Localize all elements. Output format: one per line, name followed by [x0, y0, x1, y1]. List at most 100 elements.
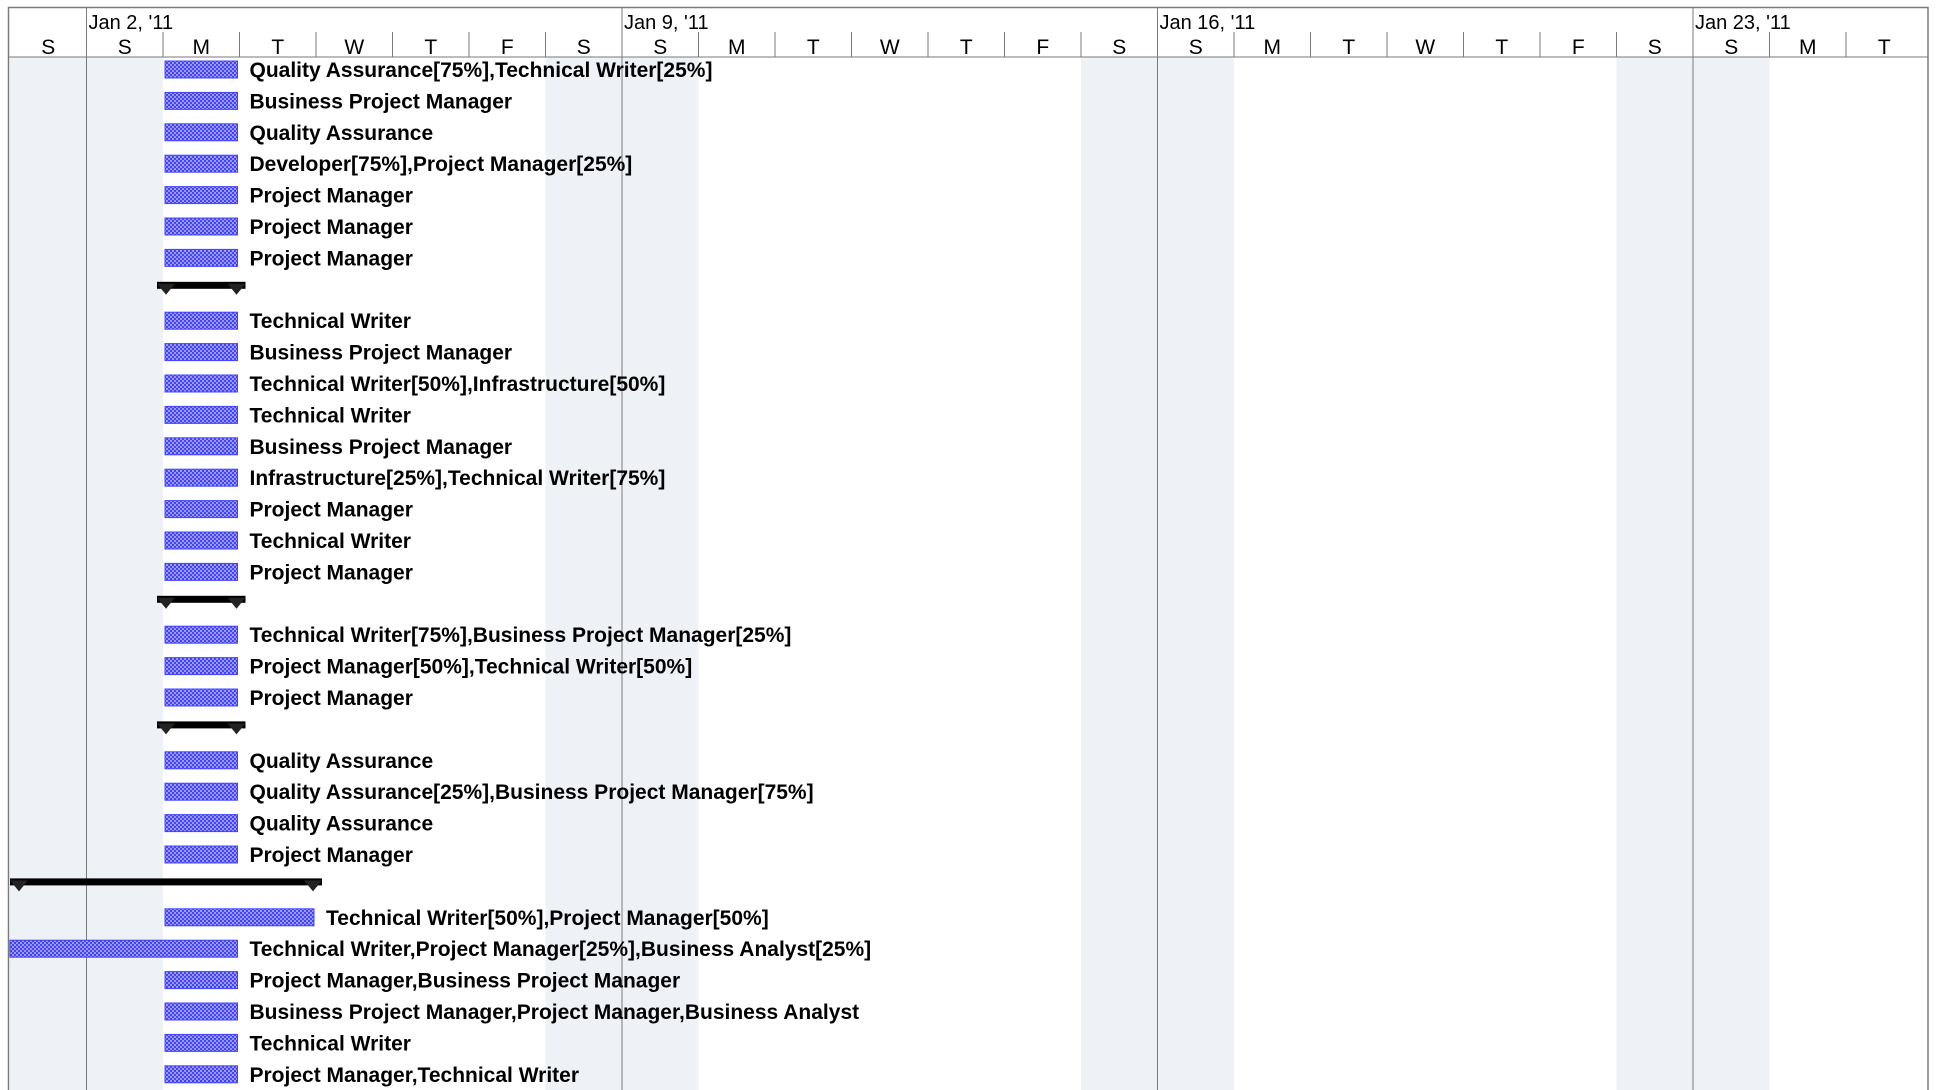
day-label: S: [118, 36, 132, 59]
task-bar[interactable]: [164, 500, 238, 519]
weekend-column: [1693, 57, 1770, 1090]
week-label: Jan 16, '11: [1160, 12, 1256, 34]
day-label: M: [1264, 36, 1282, 59]
weekend-column: [1081, 57, 1158, 1090]
weekend-column: [86, 57, 163, 1090]
day-label: W: [880, 36, 900, 59]
task-bar[interactable]: [164, 311, 238, 330]
task-bar[interactable]: [164, 971, 238, 990]
resource-label: Technical Writer: [250, 530, 411, 553]
gantt-chart: S S M T W T F S S M T W T F S S M T W T F S S M T Jan 2, '11 Jan 9…: [7, 6, 1929, 1090]
resource-label: Business Project Manager: [250, 90, 513, 113]
day-label: F: [1572, 36, 1585, 59]
task-bar[interactable]: [164, 625, 238, 644]
day-label: T: [1878, 36, 1891, 59]
resource-label: Technical Writer: [250, 310, 411, 333]
resource-label: Project Manager,Business Project Manager: [250, 970, 681, 993]
timescale-header: S S M T W T F S S M T W T F S S M T W T F S S M T Jan 2, '11 Jan 9…: [41, 12, 1891, 59]
weekend-column: [1616, 57, 1693, 1090]
task-bar[interactable]: [164, 814, 238, 833]
day-label: T: [424, 36, 437, 59]
task-bar[interactable]: [164, 374, 238, 393]
task-bar[interactable]: [164, 154, 238, 173]
weekend-column: [545, 57, 622, 1090]
day-label: T: [271, 36, 284, 59]
resource-label: Project Manager: [250, 687, 413, 710]
resource-label: Project Manager: [250, 216, 413, 239]
resource-label: Business Project Manager,Project Manager…: [250, 1001, 860, 1024]
summary-bar[interactable]: [10, 878, 322, 886]
resource-label: Project Manager[50%],Technical Writer[50…: [250, 656, 693, 679]
resource-label: Quality Assurance: [250, 122, 434, 145]
day-label: M: [1799, 36, 1817, 59]
day-label: S: [653, 36, 667, 59]
day-label: S: [1112, 36, 1126, 59]
task-bar[interactable]: [9, 939, 238, 958]
task-bar[interactable]: [164, 751, 238, 770]
resource-label: Technical Writer[50%],Infrastructure[50%…: [250, 373, 666, 396]
resource-label: Developer[75%],Project Manager[25%]: [250, 153, 633, 176]
task-bar[interactable]: [164, 343, 238, 362]
week-label: Jan 23, '11: [1695, 12, 1791, 34]
resource-label: Technical Writer: [250, 1032, 411, 1055]
day-label: T: [960, 36, 973, 59]
resource-label: Business Project Manager: [250, 436, 513, 459]
day-label: S: [1724, 36, 1738, 59]
day-label: M: [728, 36, 746, 59]
resource-label: Infrastructure[25%],Technical Writer[75%…: [250, 467, 666, 490]
day-label: F: [501, 36, 514, 59]
task-bar[interactable]: [164, 657, 238, 676]
resource-label: Business Project Manager: [250, 342, 513, 365]
task-bar[interactable]: [164, 1065, 238, 1084]
day-label: S: [1189, 36, 1203, 59]
summary-end-marker: [227, 283, 246, 295]
task-bar[interactable]: [164, 1002, 238, 1021]
task-bar[interactable]: [164, 845, 238, 864]
resource-label: Project Manager: [250, 561, 413, 584]
task-bar[interactable]: [164, 688, 238, 707]
task-bar[interactable]: [164, 1033, 238, 1052]
resource-label: Technical Writer[50%],Project Manager[50…: [326, 907, 769, 930]
task-bar[interactable]: [164, 217, 238, 236]
day-label: F: [1036, 36, 1049, 59]
task-bar[interactable]: [164, 91, 238, 110]
weekend-column: [1157, 57, 1234, 1090]
day-label: M: [193, 36, 211, 59]
task-bar[interactable]: [164, 123, 238, 142]
resource-label: Project Manager,Technical Writer: [250, 1064, 580, 1087]
day-label: S: [41, 36, 55, 59]
summary-end-marker: [227, 723, 246, 735]
weekend-column: [622, 57, 699, 1090]
resource-label: Project Manager: [250, 247, 413, 270]
summary-end-marker: [304, 880, 322, 892]
resource-label: Quality Assurance: [250, 813, 434, 836]
day-label: W: [344, 36, 364, 59]
task-bar[interactable]: [164, 437, 238, 456]
day-label: T: [1495, 36, 1508, 59]
day-label: T: [1342, 36, 1355, 59]
day-label: T: [807, 36, 820, 59]
resource-label: Quality Assurance[75%],Technical Writer[…: [250, 59, 713, 82]
resource-label: Quality Assurance: [250, 750, 434, 773]
resource-label: Technical Writer,Project Manager[25%],Bu…: [250, 938, 872, 961]
week-label: Jan 9, '11: [624, 12, 709, 34]
task-bar[interactable]: [164, 531, 238, 550]
resource-label: Project Manager: [250, 499, 413, 522]
task-bar[interactable]: [164, 186, 238, 205]
task-bar[interactable]: [164, 60, 238, 79]
task-bar[interactable]: [164, 908, 315, 927]
day-label: S: [577, 36, 591, 59]
summary-end-marker: [227, 597, 246, 609]
week-label: Jan 2, '11: [89, 12, 174, 34]
task-bar[interactable]: [164, 782, 238, 801]
resource-label: Project Manager: [250, 844, 413, 867]
task-bar[interactable]: [164, 405, 238, 424]
resource-label: Technical Writer: [250, 404, 411, 427]
task-bar[interactable]: [164, 248, 238, 267]
task-bar[interactable]: [164, 562, 238, 581]
weekend-column: [10, 57, 87, 1090]
day-label: S: [1648, 36, 1662, 59]
task-bar[interactable]: [164, 468, 238, 487]
resource-label: Technical Writer[75%],Business Project M…: [250, 624, 792, 647]
day-label: W: [1415, 36, 1435, 59]
